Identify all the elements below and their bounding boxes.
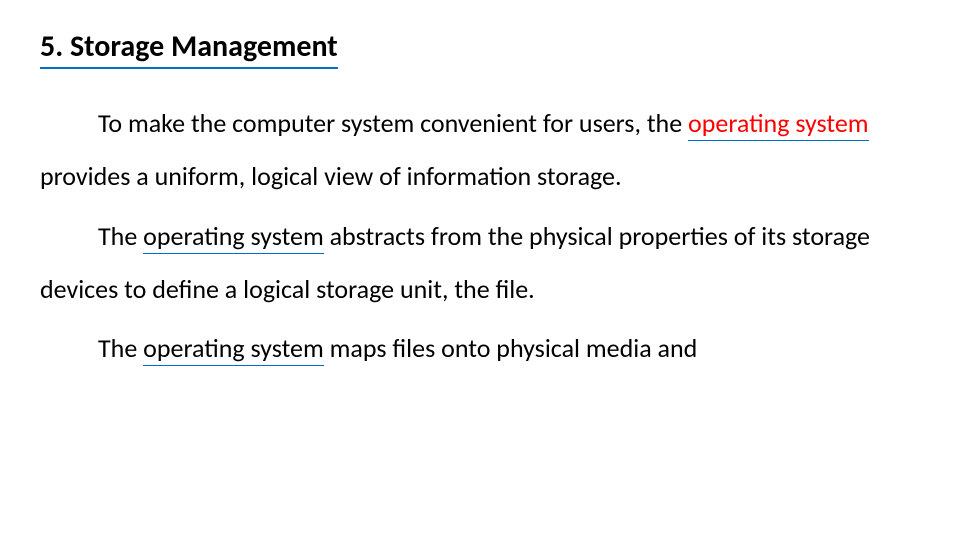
p3-lead: The [98, 332, 143, 364]
term-operating-system-3: operating system [143, 332, 324, 366]
p2-lead: The [98, 220, 143, 252]
term-operating-system-2: operating system [143, 220, 324, 254]
p3-tail: maps files onto physical media and [324, 332, 698, 364]
slide-content: 5. Storage Management To make the comput… [0, 0, 960, 540]
body-text: To make the computer system convenient f… [40, 97, 920, 375]
paragraph-3: The operating system maps files onto phy… [40, 322, 920, 375]
paragraph-1: To make the computer system convenient f… [40, 97, 920, 204]
section-heading: 5. Storage Management [40, 28, 338, 69]
term-operating-system-1: operating system [688, 107, 869, 141]
p1-lead: To make the computer system convenient f… [98, 107, 688, 139]
p1-tail: provides a uniform, logical view of info… [40, 160, 622, 192]
paragraph-2: The operating system abstracts from the … [40, 210, 920, 317]
